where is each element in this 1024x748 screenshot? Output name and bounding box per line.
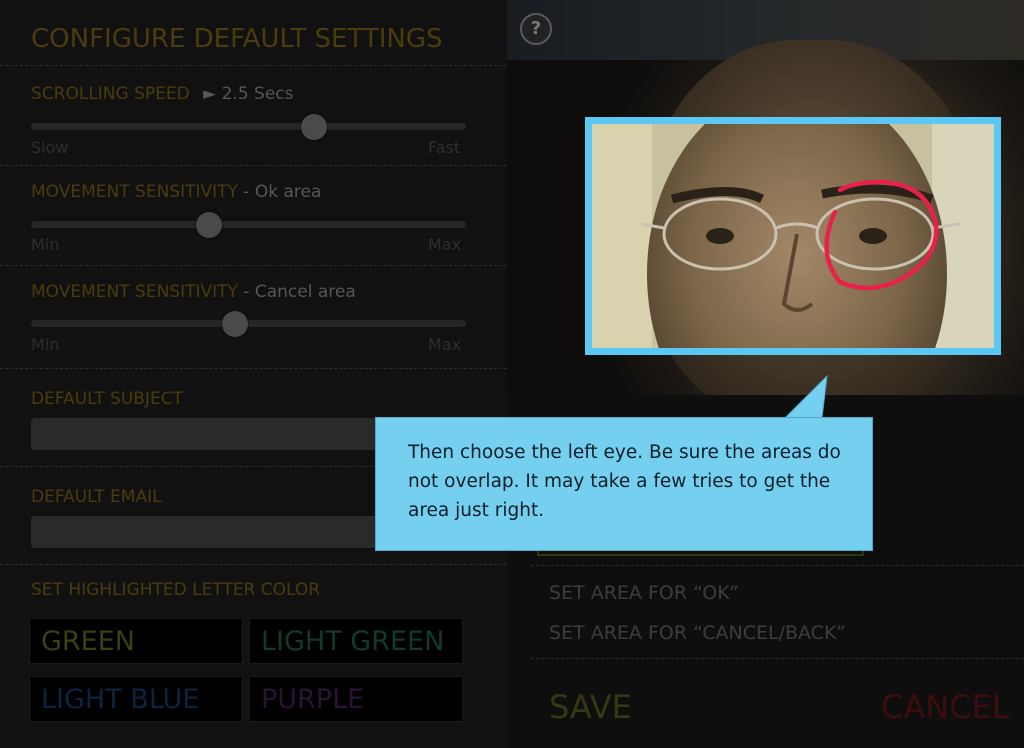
- save-button[interactable]: SAVE: [549, 688, 632, 726]
- set-cancel-area-button[interactable]: SET AREA FOR “CANCEL/BACK”: [549, 622, 846, 644]
- callout-pointer: [783, 374, 828, 419]
- cancel-button[interactable]: CANCEL: [881, 688, 1010, 726]
- set-ok-area-button[interactable]: SET AREA FOR “OK”: [549, 582, 739, 604]
- callout-text: Then choose the left eye. Be sure the ar…: [408, 442, 841, 521]
- instruction-callout: Then choose the left eye. Be sure the ar…: [375, 417, 873, 551]
